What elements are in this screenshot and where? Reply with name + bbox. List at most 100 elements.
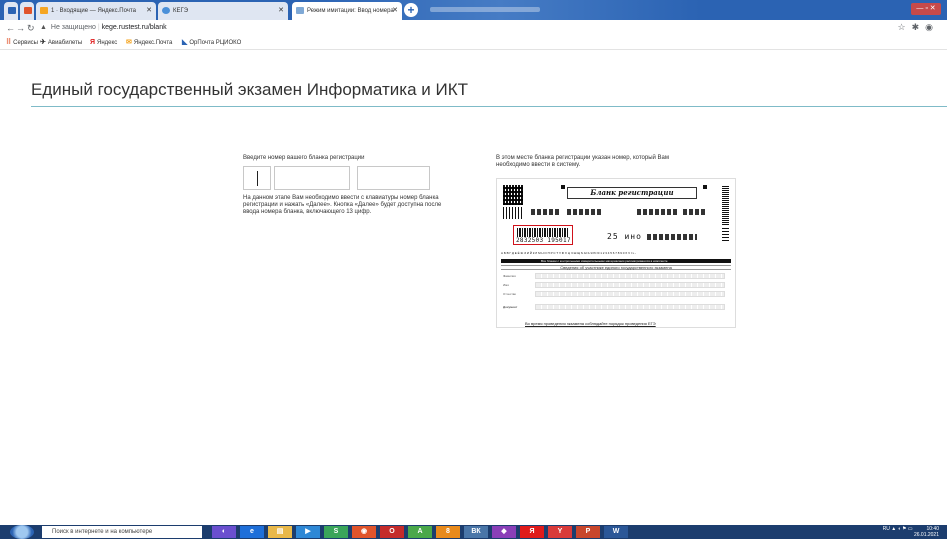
blank-number-input-1[interactable] [243,166,271,190]
page-title: Единый государственный экзамен Информати… [31,80,468,99]
close-icon[interactable]: ✕ [146,2,152,20]
field-label: Документ [503,305,518,309]
form-cells [567,209,603,215]
blank-number-highlight: 2832503 195017 [513,225,573,245]
bookmarks-bar: ⠿ Сервисы ✈ Авиабилеты Я Яндекс ✉ Яндекс.Поч… [0,36,947,50]
bookmark-yandex-mail[interactable]: ✉ Яндекс.Почта [126,36,172,50]
url-text: kege.rustest.ru/blank [101,24,167,31]
app-icon[interactable]: ◐ [212,526,236,538]
start-button[interactable] [10,525,34,539]
blank-number-label: Введите номер вашего бланка регистрации [243,155,365,161]
warning-icon: ▲ [40,24,47,31]
info-strip: Все бланки с контрольными измерительными… [501,259,731,263]
ok-icon[interactable]: 8 [436,526,460,538]
tab-label: Режим имитации: Ввод номера [307,8,394,14]
field-label: Имя [503,283,509,287]
hint-label: В этом месте бланка регистрации указан н… [496,155,670,168]
address-bar[interactable]: ▲ Не защищено | kege.rustest.ru/blank [40,22,167,34]
yandex-icon: Я [90,39,96,46]
mail-icon [40,6,48,14]
toolbar-icons: ☆✱◉ [898,22,939,33]
plane-icon: ✈ [40,39,46,46]
info-strip-text: Все бланки с контрольными измерительными… [541,259,668,263]
bookmark-label: Яндекс.Почта [133,40,173,46]
folder-icon[interactable]: ▤ [268,526,292,538]
reload-icon[interactable]: ↻ [27,22,35,34]
blurred-tab-title [430,7,540,12]
bookmark-label: ОрПочта РЦИОКО [189,40,242,46]
form-cells [683,209,707,215]
field-cells [535,282,725,288]
app-icon[interactable]: ◆ [492,526,516,538]
pinned-tab-2[interactable] [20,2,34,20]
tab-label: 1 · Входящие — Яндекс.Почта [51,8,136,14]
chrome-icon[interactable]: ◉ [352,526,376,538]
tab-mail[interactable]: 1 · Входящие — Яндекс.Почта ✕ [36,2,156,20]
ie-icon[interactable]: e [240,526,264,538]
qr-code-secondary [503,207,523,219]
vk-icon[interactable]: ВК [464,526,488,538]
tab-active[interactable]: Режим имитации: Ввод номера ✕ [292,2,402,20]
app-icon [8,6,16,14]
language-indicator[interactable]: RU [883,526,890,532]
browser-tabstrip: 1 · Входящие — Яндекс.Почта ✕ КЕГЭ ✕ Реж… [0,0,947,20]
field-cells [535,304,725,310]
close-icon[interactable]: ✕ [278,2,284,20]
qr-code [503,185,523,205]
bookmark-orpochta[interactable]: ◣ ОрПочта РЦИОКО [182,36,241,50]
bookmark-label: Сервисы [13,40,38,46]
vk-icon [24,6,32,14]
clock[interactable]: 10:40 26.01.2021 [914,526,939,538]
field-cells [535,291,725,297]
taskbar-search[interactable]: Поиск в интернете и на компьютере [42,526,202,538]
form-cells [647,234,697,240]
flag-icon: ◣ [182,39,188,46]
system-tray: RU ▲ ◖ ⚑ ▭ 10:40 26.01.2021 [883,526,939,538]
side-barcode [722,185,729,225]
mail-icon: ✉ [126,39,132,46]
blank-number-input-3[interactable] [357,166,430,190]
skype-icon[interactable]: S [324,526,348,538]
bookmark-avia[interactable]: ✈ Авиабилеты [40,36,82,50]
apps-icon: ⠿ [6,39,12,46]
blank-number-input-2[interactable] [274,166,350,190]
forward-icon[interactable]: → [16,22,25,34]
region-code: 25 ино [607,232,642,241]
tab-kege[interactable]: КЕГЭ ✕ [158,2,288,20]
barcode-number: 2832503 195017 [516,237,571,244]
bookmark-yandex[interactable]: Я Яндекс [90,36,117,50]
barcode [517,228,569,237]
word-icon[interactable]: W [604,526,628,538]
media-icon[interactable]: ▶ [296,526,320,538]
extension-icon[interactable]: ✱ [912,22,926,32]
new-tab-button[interactable]: + [404,3,418,17]
tray-icons[interactable]: ▲ ◖ ⚑ ▭ [891,526,914,532]
account-icon[interactable]: ◉ [925,22,939,32]
eye-icon [162,6,170,14]
back-icon[interactable]: ← [6,22,15,34]
page-icon [296,6,304,14]
field-label: Отчество [503,292,517,296]
yandex-icon[interactable]: Я [520,526,544,538]
taskbar-apps: ◐ e ▤ ▶ S ◉ O A 8 ВК ◆ Я Y P W [212,526,632,538]
security-label: Не защищено [50,24,96,31]
pinned-tab-1[interactable] [4,2,18,20]
bookmark-label: Авиабилеты [47,40,83,46]
yandex-browser-icon[interactable]: Y [548,526,572,538]
powerpoint-icon[interactable]: P [576,526,600,538]
star-icon[interactable]: ☆ [898,22,912,32]
tab-label: КЕГЭ [173,8,189,14]
alphabet-sample: А Б В Г Д Е Ё Ж З И Й К Л М Н О П Р С Т … [501,251,636,255]
window-controls[interactable]: — ▫ ✕ [911,3,941,15]
close-icon[interactable]: ✕ [392,2,398,20]
marker-square [561,185,565,189]
bookmark-services[interactable]: ⠿ Сервисы [6,36,38,50]
browser-toolbar: ← → ↻ ▲ Не защищено | kege.rustest.ru/bl… [0,20,947,36]
form-footer: Во время проведения экзамена соблюдайте … [525,321,656,326]
form-cells [637,209,677,215]
text-caret [257,171,258,186]
opera-icon[interactable]: O [380,526,404,538]
side-barcode-lower [722,227,729,241]
app-icon[interactable]: A [408,526,432,538]
marker-square [703,185,707,189]
